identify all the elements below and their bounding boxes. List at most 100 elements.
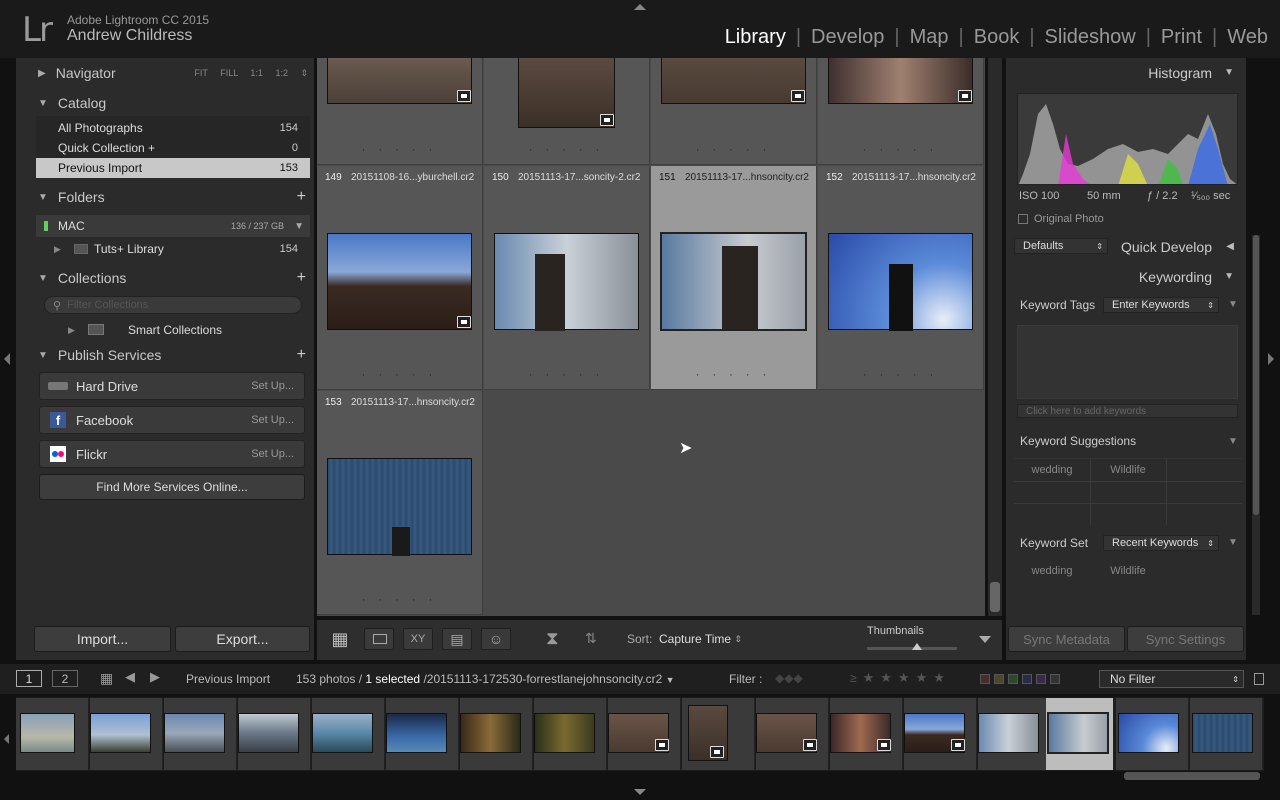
histogram-title[interactable]: Histogram bbox=[1148, 65, 1212, 81]
navigator-header[interactable]: ▶ Navigator FIT FILL 1:1 1:2 ⇕ bbox=[26, 59, 314, 87]
quick-develop-title[interactable]: Quick Develop bbox=[1121, 239, 1212, 255]
filmstrip-source[interactable]: Previous Import bbox=[186, 672, 270, 686]
module-slideshow[interactable]: Slideshow bbox=[1045, 26, 1136, 49]
thumbnail-size-slider-knob[interactable] bbox=[911, 643, 922, 650]
filmstrip-thumbnail[interactable] bbox=[20, 713, 75, 753]
collapsed-triangle-icon[interactable]: ◀ bbox=[1226, 241, 1234, 252]
sort-direction-icon[interactable]: ⇅ bbox=[585, 630, 597, 647]
rating-dots[interactable]: · · · · · bbox=[651, 369, 816, 381]
photo-thumbnail[interactable] bbox=[661, 58, 806, 104]
find-more-services-button[interactable]: Find More Services Online... bbox=[39, 474, 305, 500]
module-book[interactable]: Book bbox=[974, 26, 1020, 49]
sync-metadata-button[interactable]: Sync Metadata bbox=[1008, 626, 1125, 652]
keywording-title[interactable]: Keywording bbox=[1139, 269, 1212, 285]
photo-thumbnail[interactable] bbox=[494, 233, 639, 331]
catalog-item-quick-collection[interactable]: Quick Collection +0 bbox=[36, 138, 310, 158]
people-view-icon[interactable]: ☺ bbox=[481, 628, 511, 650]
expanded-triangle-icon[interactable]: ▼ bbox=[1224, 67, 1234, 78]
module-develop[interactable]: Develop bbox=[811, 26, 884, 49]
add-collection-icon[interactable]: + bbox=[297, 269, 306, 287]
folder-tuts-library[interactable]: ▶ Tuts+ Library 154 bbox=[36, 239, 310, 259]
original-photo-toggle[interactable]: Original Photo bbox=[1018, 213, 1104, 225]
sort-value[interactable]: Capture Time bbox=[659, 632, 731, 646]
histogram-graph[interactable] bbox=[1017, 93, 1238, 185]
catalog-item-all-photographs[interactable]: All Photographs 154 bbox=[36, 118, 310, 138]
keyword-set-wedding[interactable]: wedding bbox=[1014, 565, 1090, 577]
grid-cell-151-selected[interactable]: 151 20151113-17...hnsoncity.cr2 · · · · · bbox=[651, 166, 817, 390]
forward-arrow-icon[interactable]: ▶ bbox=[150, 669, 160, 685]
filmstrip-thumbnail[interactable] bbox=[238, 713, 299, 753]
collapse-bottom-icon[interactable] bbox=[634, 789, 646, 795]
rating-dots[interactable]: · · · · · bbox=[317, 594, 482, 606]
collections-header[interactable]: ▼ Collections + bbox=[26, 264, 314, 292]
rating-dots[interactable]: · · · · · bbox=[484, 369, 649, 381]
filter-lock-icon[interactable] bbox=[1254, 673, 1264, 685]
photo-thumbnail[interactable] bbox=[327, 233, 472, 330]
sync-settings-button[interactable]: Sync Settings bbox=[1127, 626, 1244, 652]
photo-thumbnail[interactable] bbox=[828, 58, 973, 104]
publish-services-header[interactable]: ▼ Publish Services + bbox=[26, 341, 314, 369]
add-keywords-input[interactable]: Click here to add keywords bbox=[1017, 404, 1238, 418]
filmstrip-thumbnail[interactable] bbox=[386, 713, 447, 753]
rating-dots[interactable]: · · · · · bbox=[651, 144, 816, 156]
filmstrip-status[interactable]: 153 photos / 1 selected /20151113-172530… bbox=[296, 672, 675, 686]
grid-view-icon[interactable]: ▦ bbox=[325, 628, 355, 650]
grid-icon[interactable]: ▦ bbox=[100, 670, 113, 687]
photo-thumbnail[interactable] bbox=[327, 58, 472, 104]
catalog-header[interactable]: ▼ Catalog bbox=[26, 89, 314, 117]
photo-thumbnail[interactable] bbox=[828, 233, 973, 331]
right-panel-scrollbar-thumb[interactable] bbox=[1253, 235, 1259, 515]
rating-dots[interactable]: · · · · · bbox=[818, 144, 983, 156]
loupe-view-icon[interactable] bbox=[364, 628, 394, 650]
rating-dots[interactable]: · · · · · bbox=[317, 369, 482, 381]
toolbar-menu-chevron-icon[interactable] bbox=[979, 636, 991, 643]
right-panel-scrollbar[interactable] bbox=[1252, 235, 1260, 615]
filmstrip-thumbnail-selected[interactable] bbox=[1047, 712, 1109, 754]
painter-spray-icon[interactable]: ⧗ bbox=[546, 628, 559, 649]
grid-cell-152[interactable]: 152 20151113-17...hnsoncity.cr2 · · · · · bbox=[818, 166, 984, 390]
collapse-top-icon[interactable] bbox=[634, 4, 646, 10]
grid-cell[interactable]: · · · · · bbox=[651, 58, 817, 165]
publish-flickr[interactable]: Flickr Set Up... bbox=[39, 440, 305, 468]
photo-thumbnail[interactable] bbox=[660, 232, 807, 331]
survey-view-icon[interactable]: ▤ bbox=[442, 628, 472, 650]
filmstrip-scrollbar-thumb[interactable] bbox=[1124, 772, 1260, 780]
rating-dots[interactable]: · · · · · bbox=[484, 144, 649, 156]
color-label-filter[interactable] bbox=[976, 673, 1060, 687]
filmstrip-thumbnail[interactable] bbox=[164, 713, 225, 753]
expanded-triangle-icon[interactable]: ▼ bbox=[1224, 271, 1234, 282]
filmstrip-thumbnail[interactable] bbox=[90, 713, 151, 753]
grid-cell[interactable]: · · · · · bbox=[484, 58, 650, 165]
filmstrip-thumbnail[interactable] bbox=[1192, 713, 1253, 753]
compare-view-icon[interactable]: XY bbox=[403, 628, 433, 650]
window-2-button[interactable]: 2 bbox=[52, 670, 78, 687]
window-1-button[interactable]: 1 bbox=[16, 670, 42, 687]
photo-thumbnail[interactable] bbox=[327, 458, 472, 556]
smart-collections-item[interactable]: ▶ Smart Collections bbox=[36, 320, 310, 340]
back-arrow-icon[interactable]: ◀ bbox=[125, 669, 135, 685]
module-map[interactable]: Map bbox=[910, 26, 949, 49]
module-print[interactable]: Print bbox=[1161, 26, 1202, 49]
filmstrip-thumbnail[interactable] bbox=[978, 713, 1039, 753]
publish-hard-drive[interactable]: Hard Drive Set Up... bbox=[39, 372, 305, 400]
navigator-zoom-options[interactable]: FIT FILL 1:1 1:2 ⇕ bbox=[194, 68, 308, 79]
collapse-left-icon[interactable] bbox=[4, 353, 10, 365]
folders-header[interactable]: ▼ Folders + bbox=[26, 183, 314, 211]
quick-develop-preset-select[interactable]: Defaults ⇕ bbox=[1014, 238, 1108, 254]
checkbox-icon[interactable] bbox=[1018, 214, 1028, 224]
filmstrip-thumbnail[interactable] bbox=[1118, 713, 1179, 753]
filmstrip-thumbnail[interactable] bbox=[534, 713, 595, 753]
keyword-tags-select[interactable]: Enter Keywords ⇕ bbox=[1103, 297, 1219, 313]
flag-filter-icons[interactable]: ◆◆◆ bbox=[775, 671, 803, 685]
rating-dots[interactable]: · · · · · bbox=[317, 144, 482, 156]
module-web[interactable]: Web bbox=[1227, 26, 1268, 49]
grid-scrollbar[interactable] bbox=[988, 58, 1002, 616]
rating-dots[interactable]: · · · · · bbox=[818, 369, 983, 381]
keyword-set-wildlife[interactable]: Wildlife bbox=[1090, 565, 1166, 577]
export-button[interactable]: Export... bbox=[175, 626, 310, 652]
collapse-right-icon[interactable] bbox=[1268, 353, 1274, 365]
module-library[interactable]: Library bbox=[725, 26, 786, 49]
filmstrip-thumbnail[interactable] bbox=[460, 713, 521, 753]
grid-cell[interactable]: · · · · · bbox=[818, 58, 984, 165]
collections-filter-input[interactable]: ⚲ Filter Collections bbox=[44, 296, 302, 314]
